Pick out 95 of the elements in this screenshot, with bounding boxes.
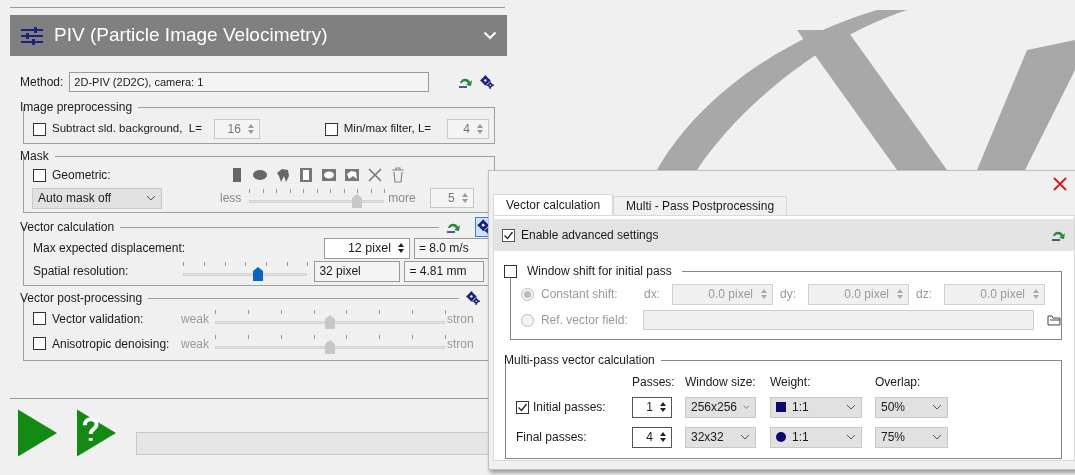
slider-label: more (388, 190, 416, 207)
number-spinner[interactable]: 4 (632, 426, 672, 448)
checkbox[interactable] (33, 168, 46, 182)
tab[interactable]: Multi - Pass Postprocessing (613, 196, 788, 215)
method-field[interactable]: 2D-PIV (2D2C), camera: 1 (69, 72, 430, 92)
radio-button[interactable] (521, 313, 534, 327)
weight-dropdown[interactable]: 1:1 (770, 426, 862, 448)
number-spinner[interactable]: 1 (632, 396, 672, 418)
play-icon[interactable] (18, 409, 58, 457)
overlap-dropdown[interactable]: 75% (875, 426, 948, 448)
checkbox-label: Vector validation: (52, 310, 144, 328)
polygon-frame-icon[interactable] (344, 167, 359, 183)
play-help-icon[interactable] (77, 409, 117, 457)
ellipse-frame-icon[interactable] (321, 167, 336, 183)
chevron-down-icon[interactable] (740, 434, 750, 440)
slider-thumb[interactable] (325, 314, 335, 329)
checkbox-label: Geometric: (52, 167, 111, 184)
chevron-down-icon[interactable] (743, 404, 750, 410)
group-title: Mask (20, 148, 49, 165)
value-field: 32 pixel (314, 260, 401, 282)
slider[interactable] (183, 261, 308, 281)
checkbox[interactable] (33, 312, 46, 325)
close-icon[interactable] (1053, 177, 1067, 191)
close-icon[interactable] (367, 167, 382, 183)
chevron-down-icon[interactable] (846, 434, 856, 440)
auto-mask-dropdown[interactable]: Auto mask off (32, 187, 162, 209)
checkbox-label: Min/max filter, L= (343, 121, 431, 137)
row-label: Initial passes: (533, 399, 606, 416)
tab[interactable]: Vector calculation (493, 194, 614, 215)
slider-thumb[interactable] (252, 267, 263, 281)
weight-dropdown[interactable]: 1:1 (770, 396, 862, 418)
field-label: dx: (644, 286, 661, 303)
column-header: Overlap: (875, 375, 921, 389)
spinner-arrows-icon[interactable] (659, 401, 667, 413)
spinner-arrows-icon[interactable] (659, 431, 667, 443)
checkbox[interactable] (324, 122, 338, 136)
checkbox[interactable] (504, 264, 517, 278)
slider[interactable] (249, 188, 385, 208)
rectangle-frame-icon[interactable] (298, 167, 313, 183)
number-spinner[interactable]: 5 (429, 188, 474, 208)
checkbox-label: Window shift for initial pass (527, 263, 672, 280)
folder-icon[interactable] (1047, 314, 1061, 326)
number-spinner[interactable]: 4 (447, 119, 489, 139)
row-label: Final passes: (516, 429, 587, 446)
square-icon (776, 402, 786, 412)
slider-label: stron (447, 335, 474, 353)
slider-thumb[interactable] (325, 339, 335, 354)
field-label: Max expected displacement: (33, 240, 186, 257)
column-header: Weight: (770, 375, 811, 389)
slider[interactable] (215, 308, 445, 329)
column-header: Window size: (685, 375, 756, 389)
checkbox-label: Subtract sld. background, L= (52, 121, 202, 137)
field-label: dy: (780, 286, 797, 303)
slider[interactable] (215, 333, 445, 354)
chevron-down-icon[interactable] (932, 434, 942, 440)
group-title: Vector post-processing (20, 290, 143, 307)
slider-label: weak (181, 335, 210, 353)
trash-icon[interactable] (390, 167, 405, 183)
checkbox-label: Enable advanced settings (521, 227, 659, 244)
reading-field: = 4.81 mm (404, 260, 485, 282)
spinner-arrows-icon[interactable] (397, 242, 405, 254)
number-spinner[interactable]: 16 (213, 119, 260, 139)
radio-label: Constant shift: (541, 286, 619, 303)
method-label: Method: (20, 74, 64, 91)
slider-label: less (220, 190, 242, 207)
slider-label: weak (181, 310, 210, 328)
checkbox[interactable] (502, 228, 515, 242)
window-size-dropdown[interactable]: 32x32 (685, 426, 756, 448)
vector-field-input[interactable] (643, 310, 1035, 330)
panel-header[interactable]: PIV (Particle Image Velocimetry) (10, 15, 507, 56)
ellipse-icon[interactable] (252, 167, 267, 183)
circle-icon (776, 432, 786, 442)
slider-label: stron (447, 310, 474, 328)
chevron-down-icon[interactable] (932, 404, 942, 410)
column-header: Passes: (632, 375, 675, 389)
field-label: Spatial resolution: (33, 263, 129, 280)
panel-title: PIV (Particle Image Velocimetry) (54, 23, 329, 48)
checkbox[interactable] (33, 122, 46, 136)
checkbox-label: Anisotropic denoising: (52, 335, 170, 353)
field-label: dz: (916, 286, 933, 303)
checkbox[interactable] (516, 400, 529, 414)
sliders-icon (20, 25, 44, 46)
slider-thumb[interactable] (352, 194, 363, 208)
overlap-dropdown[interactable]: 50% (875, 396, 948, 418)
checkbox[interactable] (33, 337, 46, 350)
group-title: Image preprocessing (20, 99, 133, 116)
polygon-icon[interactable] (275, 167, 290, 183)
radio-button[interactable] (521, 287, 534, 301)
chevron-down-icon[interactable] (846, 404, 856, 410)
number-spinner[interactable]: 12 pixel (324, 237, 410, 259)
chevron-down-icon[interactable] (146, 195, 156, 201)
radio-label: Ref. vector field: (540, 312, 629, 329)
window-size-dropdown[interactable]: 256x256 (685, 396, 756, 418)
group-title: Vector calculation (20, 219, 115, 236)
group-title: Multi-pass vector calculation (504, 352, 655, 369)
